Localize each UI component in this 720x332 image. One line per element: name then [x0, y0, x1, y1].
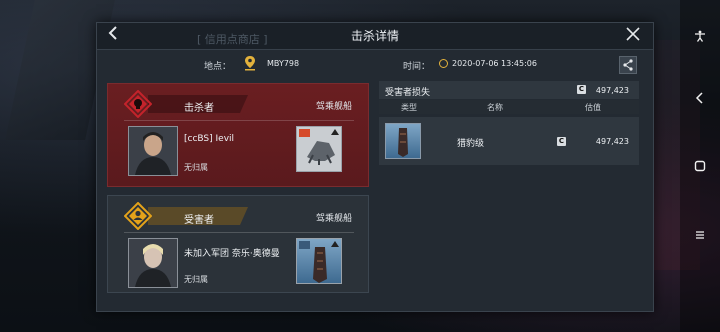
back-nav-icon[interactable] — [694, 92, 706, 104]
loss-total: 497,423 — [595, 86, 629, 95]
location-value[interactable]: MBY798 — [267, 59, 299, 68]
ship-level-badge — [299, 129, 310, 137]
killer-corp: 无归属 — [184, 163, 208, 172]
loss-item-ship[interactable] — [385, 123, 421, 159]
kill-detail-dialog: [ 信用点商店 ] 击杀详情 地点： MBY798 时间： 2020-07-06… — [96, 22, 654, 312]
killer-portrait[interactable] — [128, 126, 178, 176]
skull-badge-icon — [123, 89, 153, 119]
ship-header: 驾乘舰船 — [315, 214, 352, 224]
divider — [124, 120, 354, 121]
killer-role-label: 击杀者 — [184, 103, 214, 114]
isk-currency-icon: C — [577, 85, 586, 94]
location-label: 地点： — [204, 62, 232, 72]
loss-title: 受害者损失 — [385, 88, 431, 98]
ship-header: 驾乘舰船 — [315, 102, 352, 112]
system-side-bar — [680, 0, 720, 332]
home-nav-icon[interactable] — [694, 160, 706, 172]
killer-name[interactable]: [ccBS] Ievil — [184, 134, 234, 144]
victim-role-label: 受害者 — [184, 215, 214, 226]
share-icon — [623, 59, 633, 71]
time-label: 时间： — [403, 62, 431, 72]
close-button[interactable] — [623, 25, 643, 47]
victim-ship[interactable] — [296, 238, 342, 284]
ship-info-marker — [331, 129, 339, 135]
loss-column-header: 类型 名称 估值 — [379, 100, 639, 114]
accessibility-icon[interactable] — [694, 30, 706, 42]
recents-nav-icon[interactable] — [694, 229, 706, 241]
killer-panel: 击杀者 驾乘舰船 [ccBS] Ievil 无归属 — [107, 83, 369, 187]
victim-portrait[interactable] — [128, 238, 178, 288]
dialog-title: 击杀详情 — [350, 29, 399, 43]
victim-corp: 无归属 — [184, 275, 208, 284]
victim-loss-panel: 受害者损失 C 497,423 类型 名称 估值 猎豹级 C 497,423 — [379, 81, 639, 165]
victim-panel: 受害者 驾乘舰船 未加入军团 奈乐·奥德曼 无归属 — [107, 195, 369, 293]
killer-ship[interactable] — [296, 126, 342, 172]
isk-currency-icon: C — [557, 137, 566, 146]
loss-header: 受害者损失 C 497,423 — [379, 81, 639, 99]
close-icon — [626, 27, 640, 41]
ship-info-marker — [331, 241, 339, 247]
time-value: 2020-07-06 13:45:06 — [452, 59, 537, 68]
column-type: 类型 — [401, 103, 417, 112]
loss-item-value: 497,423 — [595, 137, 629, 146]
ship-level-badge — [299, 241, 310, 249]
map-pin-icon — [243, 55, 257, 71]
person-badge-icon — [123, 201, 153, 231]
clock-icon — [439, 59, 448, 68]
share-button[interactable] — [619, 56, 637, 74]
column-value: 估值 — [585, 103, 601, 112]
loss-item-row[interactable]: 猎豹级 C 497,423 — [379, 117, 639, 165]
dialog-titlebar: [ 信用点商店 ] 击杀详情 — [97, 23, 653, 50]
loss-item-name: 猎豹级 — [457, 139, 485, 149]
victim-name[interactable]: 未加入军团 奈乐·奥德曼 — [184, 246, 280, 259]
divider — [124, 232, 354, 233]
column-name: 名称 — [487, 103, 503, 112]
info-bar: 地点： MBY798 时间： 2020-07-06 13:45:06 — [97, 51, 653, 77]
